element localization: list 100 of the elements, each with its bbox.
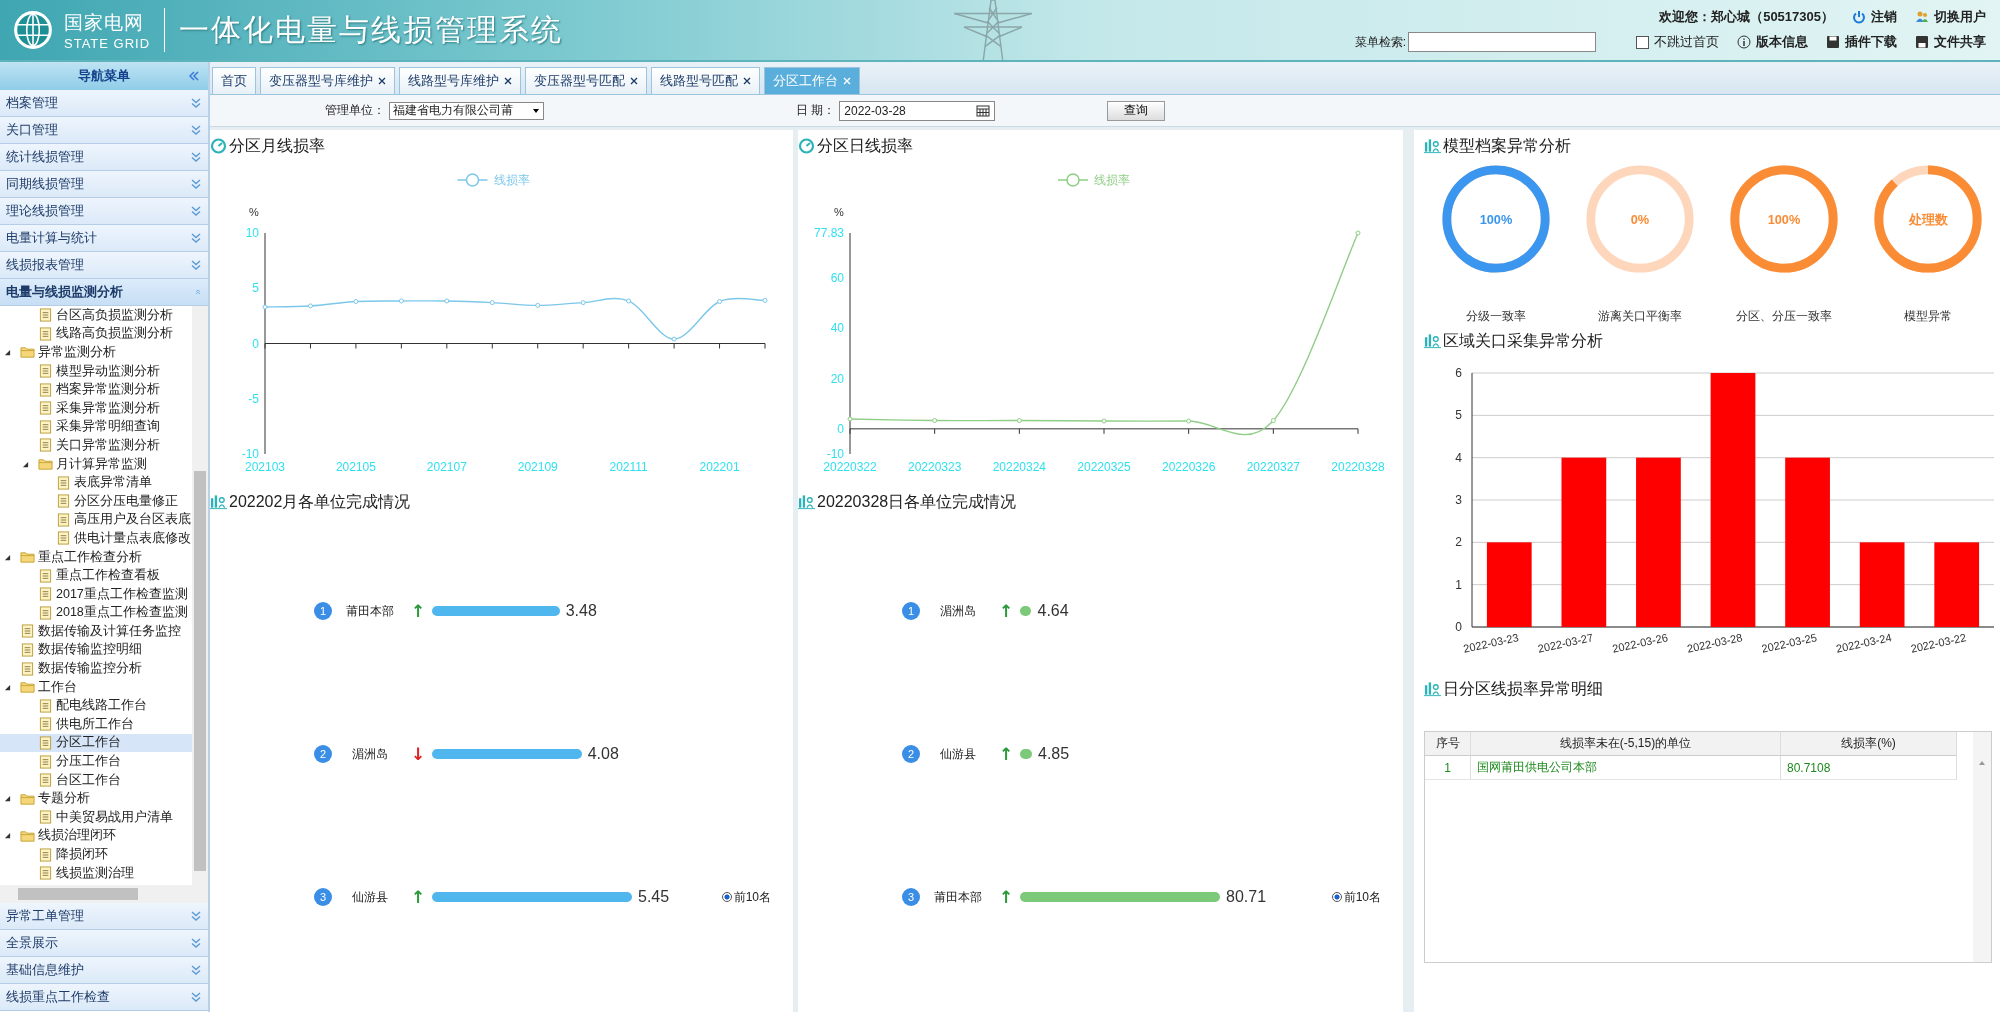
logo-text: 国家电网 bbox=[64, 10, 145, 35]
tick-label: 6 bbox=[1455, 366, 1462, 380]
rank-badge: 3 bbox=[314, 888, 332, 906]
tick-label: 20220322 bbox=[823, 460, 877, 474]
table-cell: 国网莆田供电公司本部 bbox=[1471, 756, 1781, 780]
tree-item[interactable]: 线路高负损监测分析 bbox=[0, 324, 192, 344]
trend-arrow: ↑ bbox=[997, 887, 1015, 907]
top10-radio[interactable]: 前10名 bbox=[1331, 888, 1381, 906]
tree-item[interactable]: 重点工作检查看板 bbox=[0, 566, 192, 585]
skip-home-checkbox[interactable]: 不跳过首页 bbox=[1636, 33, 1719, 51]
tree-item[interactable]: 重点工作检查分析 bbox=[0, 547, 192, 567]
welcome-text: 欢迎您：郑心城（50517305） bbox=[1659, 8, 1834, 26]
tick-label: -5 bbox=[248, 391, 259, 406]
tree-item[interactable]: 降损闭环 bbox=[0, 845, 192, 864]
tick-label: 3 bbox=[1455, 493, 1462, 507]
tick-label: 202105 bbox=[335, 460, 376, 474]
tree-item[interactable]: 台区高负损监测分析 bbox=[0, 306, 192, 325]
date-label: 日 期： bbox=[796, 102, 836, 119]
tree-item[interactable]: 台区工作台 bbox=[0, 770, 192, 790]
top10-radio[interactable]: 前10名 bbox=[721, 888, 771, 906]
trend-arrow: ↑ bbox=[997, 601, 1015, 621]
tick-label: 40 bbox=[830, 321, 844, 336]
tree-item[interactable]: 2018重点工作检查监测 bbox=[0, 603, 192, 623]
tree-item[interactable]: 高压用户及台区表底 bbox=[0, 510, 192, 530]
tick-label: 202109 bbox=[517, 460, 558, 474]
tab[interactable]: 线路型号匹配 bbox=[651, 67, 760, 94]
gauge-label: 分级一致率 bbox=[1466, 308, 1526, 325]
value-text: 80.71 bbox=[1226, 888, 1267, 906]
tick-label: 202103 bbox=[245, 460, 285, 474]
menu-section[interactable]: 档案管理 bbox=[0, 90, 208, 117]
tree-item[interactable]: 分压工作台 bbox=[0, 752, 192, 771]
tree-item[interactable]: 关口异常监测分析 bbox=[0, 436, 192, 455]
menu-section[interactable]: 统计线损管理 bbox=[0, 144, 208, 171]
menu-section[interactable]: 电量计算与统计 bbox=[0, 225, 208, 252]
plugin-download-link[interactable]: 插件下载 bbox=[1826, 33, 1897, 51]
tick-label: -10 bbox=[826, 447, 844, 461]
menu-section[interactable]: 同期线损管理 bbox=[0, 171, 208, 198]
rank-badge: 1 bbox=[314, 602, 332, 620]
switch-user-link[interactable]: 切换用户 bbox=[1915, 8, 1986, 26]
column-header[interactable]: 序号 bbox=[1425, 732, 1471, 756]
tree-item[interactable]: 月计算异常监测 bbox=[0, 454, 192, 474]
tree-item[interactable]: 模型异动监测分析 bbox=[0, 361, 192, 381]
value-text: 4.85 bbox=[1038, 745, 1070, 763]
tree-item[interactable]: 2017重点工作检查监测 bbox=[0, 584, 192, 604]
panel-title: 区域关口采集异常分析 bbox=[1443, 330, 1603, 351]
legend-label: 线损率 bbox=[493, 173, 530, 187]
menu-section[interactable]: 全景展示 bbox=[0, 930, 208, 957]
menu-section[interactable]: 电量与线损监测分析 bbox=[0, 279, 208, 306]
tick-label: 0 bbox=[1455, 620, 1462, 634]
menu-section[interactable]: 异常工单管理 bbox=[0, 903, 208, 930]
menu-section[interactable]: 基础信息维护 bbox=[0, 957, 208, 984]
tick-label: -10 bbox=[241, 447, 259, 461]
tree-item[interactable]: 中美贸易战用户清单 bbox=[0, 808, 192, 827]
version-info-link[interactable]: 版本信息 bbox=[1737, 33, 1808, 51]
tick-label: 202107 bbox=[426, 460, 467, 474]
axis-unit: % bbox=[249, 206, 259, 218]
tick-label: 10 bbox=[245, 226, 259, 240]
tree-item[interactable]: 工作台 bbox=[0, 677, 192, 697]
tab[interactable]: 线路型号库维护 bbox=[399, 67, 521, 94]
tree-item[interactable]: 档案异常监测分析 bbox=[0, 380, 192, 399]
tree-item[interactable]: 供电计量点表底修改 bbox=[0, 529, 192, 548]
tree-item[interactable]: 线损监测治理 bbox=[0, 863, 192, 883]
tab[interactable]: 首页 bbox=[212, 67, 256, 94]
menu-section[interactable]: 线损报表管理 bbox=[0, 252, 208, 279]
tab[interactable]: 变压器型号匹配 bbox=[525, 67, 647, 94]
tree-item[interactable]: 采集异常监测分析 bbox=[0, 398, 192, 418]
unit-name: 仙游县 bbox=[351, 888, 389, 906]
menu-section[interactable]: 理论线损管理 bbox=[0, 198, 208, 225]
tree-item[interactable]: 数据传输及计算任务监控 bbox=[0, 622, 192, 641]
column-header[interactable]: 线损率未在(-5,15)的单位 bbox=[1471, 732, 1781, 756]
tick-label: 60 bbox=[830, 270, 844, 285]
date-field[interactable]: 2022-03-28 bbox=[839, 100, 996, 121]
tree-item[interactable]: 线损治理闭环 bbox=[0, 826, 192, 846]
logout-link[interactable]: 注销 bbox=[1852, 8, 1897, 26]
tab[interactable]: 变压器型号库维护 bbox=[260, 67, 395, 94]
tree-item[interactable]: 专题分析 bbox=[0, 789, 192, 809]
unit-select[interactable]: 福建省电力有限公司莆 bbox=[389, 101, 544, 120]
file-share-link[interactable]: 文件共享 bbox=[1915, 33, 1986, 51]
menu-section[interactable]: 线损重点工作检查 bbox=[0, 984, 208, 1011]
panel-title: 20220328日各单位完成情况 bbox=[817, 491, 1017, 512]
tree-item[interactable]: 配电线路工作台 bbox=[0, 696, 192, 716]
tick-label: 5 bbox=[1455, 408, 1462, 423]
tick-label: 5 bbox=[252, 281, 259, 296]
tree-item[interactable]: 分区分压电量修正 bbox=[0, 491, 192, 511]
tree-item[interactable]: 供电所工作台 bbox=[0, 715, 192, 734]
query-button[interactable]: 查询 bbox=[1107, 100, 1166, 121]
tick-label: 0 bbox=[252, 336, 259, 351]
tick-label: 1 bbox=[1455, 577, 1462, 592]
unit-name: 湄洲岛 bbox=[939, 602, 977, 620]
tree-item[interactable]: 异常监测分析 bbox=[0, 343, 192, 362]
tree-item[interactable]: 采集异常明细查询 bbox=[0, 417, 192, 437]
tick-label: 2 bbox=[1455, 535, 1462, 550]
tree-item[interactable]: 数据传输监控明细 bbox=[0, 640, 192, 660]
tree-item[interactable]: 分区工作台 bbox=[0, 733, 192, 753]
table-cell: 1 bbox=[1425, 756, 1471, 780]
tree-item[interactable]: 表底异常清单 bbox=[0, 473, 192, 492]
trend-arrow: ↑ bbox=[997, 744, 1015, 764]
menu-section[interactable]: 关口管理 bbox=[0, 117, 208, 144]
column-header[interactable]: 线损率(%) bbox=[1781, 732, 1957, 756]
tree-item[interactable]: 数据传输监控分析 bbox=[0, 659, 192, 678]
